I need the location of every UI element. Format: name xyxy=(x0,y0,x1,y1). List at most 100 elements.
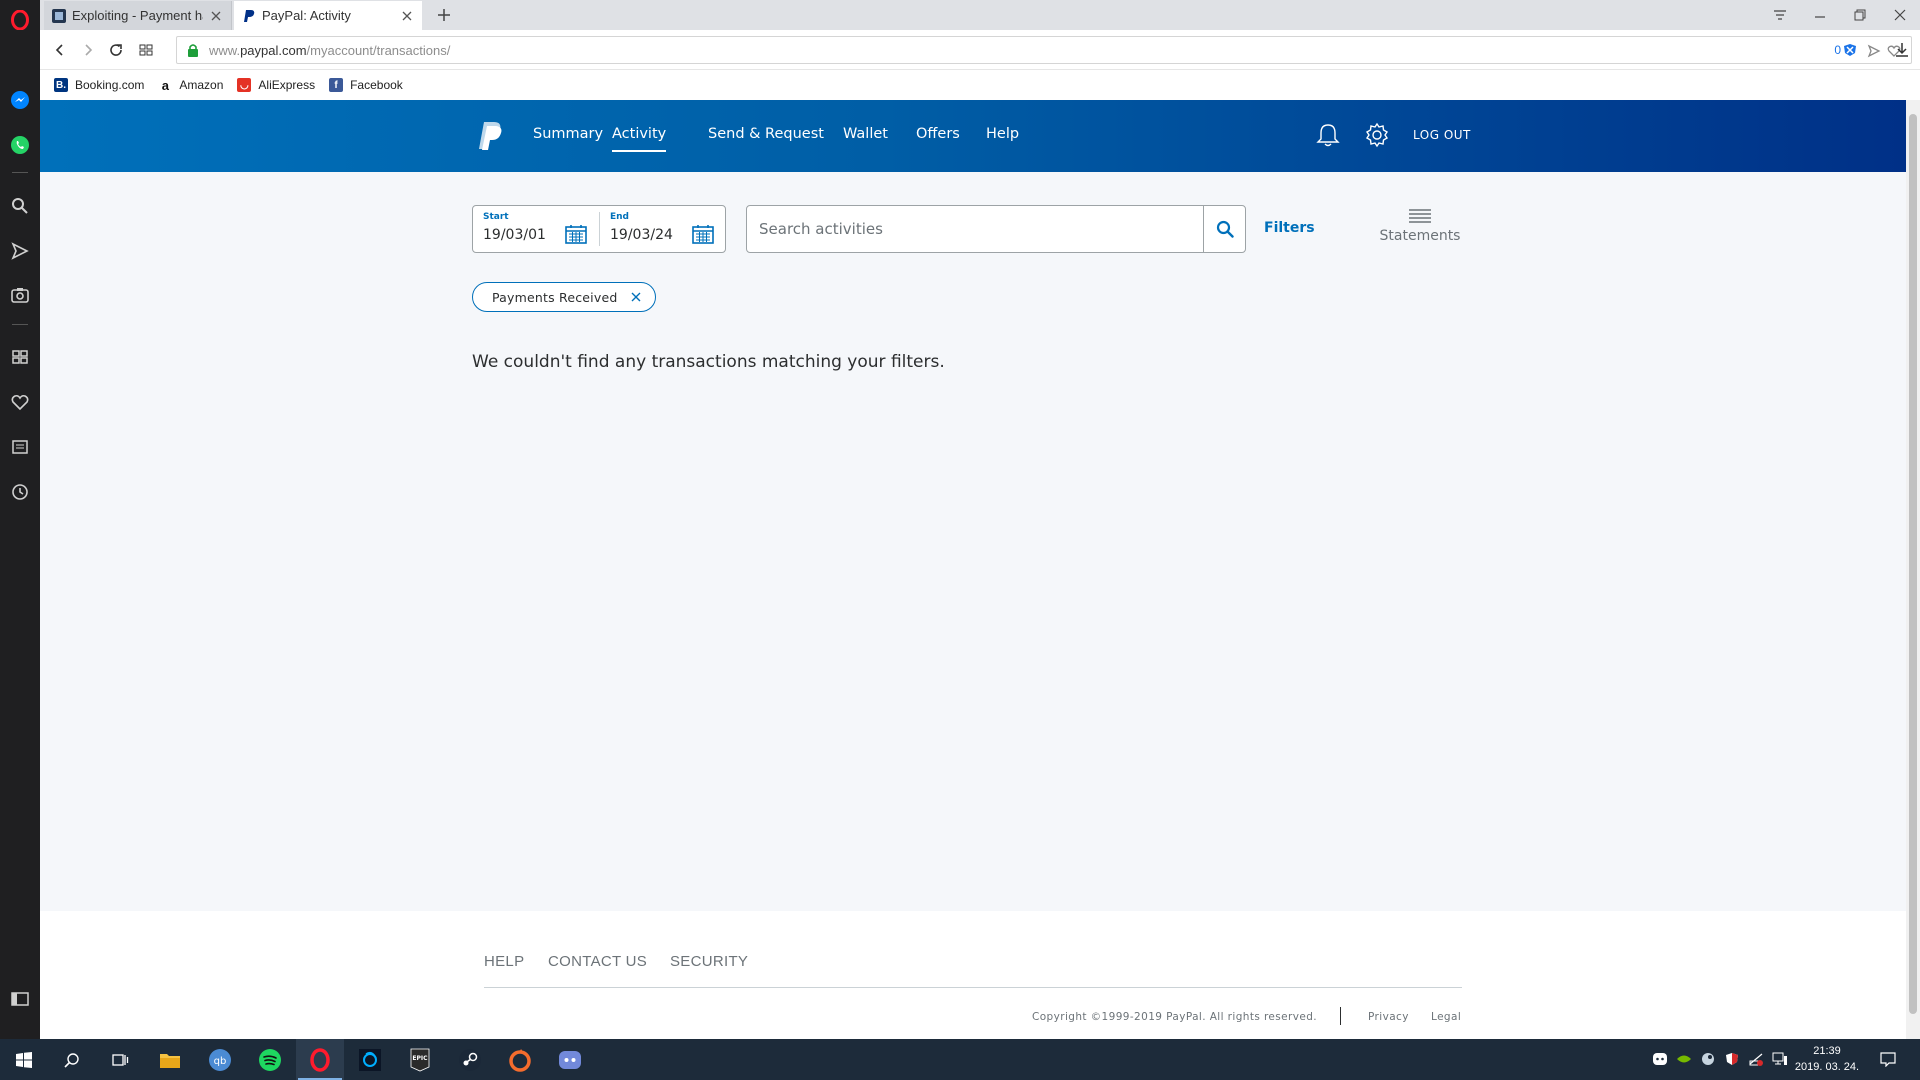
back-icon[interactable] xyxy=(50,40,70,60)
qbittorrent-icon[interactable]: qb xyxy=(196,1039,244,1080)
nav-help[interactable]: Help xyxy=(986,126,1019,142)
nav-summary[interactable]: Summary xyxy=(533,126,603,142)
address-bar-row: www.paypal.com/myaccount/transactions/ 0 xyxy=(40,30,1920,70)
date-range-picker: Start 19/03/01 End 19/03/24 xyxy=(472,205,726,253)
footer-help-link[interactable]: HELP xyxy=(484,953,524,970)
settings-gear-icon[interactable] xyxy=(1364,122,1390,148)
new-tab-icon[interactable] xyxy=(434,5,454,25)
origin-icon[interactable] xyxy=(496,1039,544,1080)
system-clock[interactable]: 21:39 2019. 03. 24. xyxy=(1788,1043,1866,1075)
nav-activity[interactable]: Activity xyxy=(612,126,667,152)
calendar-icon[interactable] xyxy=(692,224,714,244)
footer-privacy-link[interactable]: Privacy xyxy=(1368,1011,1409,1023)
bookmark-label: Booking.com xyxy=(75,78,145,92)
flow-send-icon[interactable] xyxy=(8,239,32,263)
logout-link[interactable]: LOG OUT xyxy=(1413,128,1471,142)
adblock-shield-icon xyxy=(1844,44,1856,56)
spotify-icon[interactable] xyxy=(246,1039,294,1080)
battlenet-icon[interactable] xyxy=(346,1039,394,1080)
bookmark-label: Amazon xyxy=(179,78,224,92)
nav-wallet[interactable]: Wallet xyxy=(843,126,888,142)
speed-dial-icon[interactable] xyxy=(8,345,32,369)
action-center-icon[interactable] xyxy=(1880,1051,1896,1067)
bookmark-booking[interactable]: B. Booking.com xyxy=(54,78,144,92)
search-icon[interactable] xyxy=(8,194,32,218)
reload-icon[interactable] xyxy=(106,40,126,60)
statements-button[interactable]: Statements xyxy=(1370,208,1470,244)
nav-send-request[interactable]: Send & Request xyxy=(708,126,824,142)
antivirus-tray-icon[interactable] xyxy=(1724,1051,1740,1067)
remove-filter-icon[interactable] xyxy=(631,292,641,302)
secure-lock-icon xyxy=(188,44,198,57)
opera-menu-icon[interactable] xyxy=(8,8,32,32)
close-tab-icon[interactable] xyxy=(209,9,223,23)
download-icon[interactable] xyxy=(1892,40,1912,60)
opera-taskbar-icon[interactable] xyxy=(296,1039,344,1080)
footer-security-link[interactable]: SECURITY xyxy=(670,953,748,970)
windows-taskbar: qb EPIC 21:39 2019. 03. 24. xyxy=(0,1039,1920,1080)
nvidia-tray-icon[interactable] xyxy=(1676,1051,1692,1067)
start-date-value: 19/03/01 xyxy=(483,227,546,243)
nav-offers[interactable]: Offers xyxy=(916,126,960,142)
aliexpress-icon: ◡ xyxy=(237,78,252,92)
bookmark-facebook[interactable]: f Facebook xyxy=(329,78,403,92)
filter-chip-label: Payments Received xyxy=(492,289,618,305)
bookmarks-heart-icon[interactable] xyxy=(8,390,32,414)
task-view-icon[interactable] xyxy=(96,1039,144,1080)
url-domain: paypal.com xyxy=(240,43,307,58)
search-icon[interactable] xyxy=(48,1039,96,1080)
paypal-logo-icon[interactable] xyxy=(478,121,504,151)
news-icon[interactable] xyxy=(8,435,32,459)
search-activities-box xyxy=(746,205,1246,253)
footer-legal-link[interactable]: Legal xyxy=(1431,1011,1461,1023)
bookmark-amazon[interactable]: a Amazon xyxy=(158,78,224,93)
minimize-icon[interactable] xyxy=(1800,0,1840,30)
clock-date: 2019. 03. 24. xyxy=(1794,1061,1860,1073)
calendar-icon[interactable] xyxy=(565,224,587,244)
clock-time: 21:39 xyxy=(1813,1045,1841,1057)
filter-chip-payments-received: Payments Received xyxy=(472,282,657,312)
restore-icon[interactable] xyxy=(1840,0,1880,30)
toggle-sidebar-icon[interactable] xyxy=(8,987,32,1011)
sidebar-separator xyxy=(12,172,28,173)
start-icon[interactable] xyxy=(0,1039,48,1080)
page-scrollbar[interactable] xyxy=(1906,100,1920,1039)
url-prefix: www. xyxy=(209,43,241,58)
discord-icon[interactable] xyxy=(546,1039,594,1080)
tab-paypal-activity[interactable]: PayPal: Activity xyxy=(234,1,422,30)
close-tab-icon[interactable] xyxy=(400,9,414,23)
whatsapp-icon[interactable] xyxy=(8,133,32,157)
send-flow-icon[interactable] xyxy=(1867,44,1881,58)
bookmark-label: AliExpress xyxy=(258,78,316,92)
tab-title: Exploiting - Payment has xyxy=(72,8,203,23)
adblock-badge[interactable]: 0 xyxy=(1834,43,1857,57)
steam-tray-icon[interactable] xyxy=(1700,1051,1716,1067)
start-date-field[interactable]: Start 19/03/01 xyxy=(473,206,599,252)
network-icon[interactable] xyxy=(1772,1051,1788,1067)
search-activities-input[interactable] xyxy=(747,206,1203,252)
filters-link[interactable]: Filters xyxy=(1264,220,1315,236)
speed-dial-icon[interactable] xyxy=(136,40,156,60)
bookmark-aliexpress[interactable]: ◡ AliExpress xyxy=(237,78,315,92)
messenger-icon[interactable] xyxy=(8,88,32,112)
forward-icon[interactable] xyxy=(78,40,98,60)
close-window-icon[interactable] xyxy=(1880,0,1920,30)
discord-tray-icon[interactable] xyxy=(1652,1051,1668,1067)
file-explorer-icon[interactable] xyxy=(146,1039,194,1080)
history-clock-icon[interactable] xyxy=(8,480,32,504)
facebook-icon: f xyxy=(329,78,344,92)
bookmarks-bar: B. Booking.com a Amazon ◡ AliExpress f F… xyxy=(40,70,1920,100)
search-button[interactable] xyxy=(1203,206,1245,252)
footer-contact-link[interactable]: CONTACT US xyxy=(548,953,647,970)
epic-games-icon[interactable]: EPIC xyxy=(396,1039,444,1080)
tab-menu-icon[interactable] xyxy=(1760,0,1800,30)
camera-icon[interactable] xyxy=(8,283,32,307)
bookmark-label: Facebook xyxy=(350,78,403,92)
url-field[interactable]: www.paypal.com/myaccount/transactions/ 0 xyxy=(176,36,1912,64)
steam-icon[interactable] xyxy=(446,1039,494,1080)
network-offline-icon[interactable] xyxy=(1748,1051,1764,1067)
tab-exploiting[interactable]: Exploiting - Payment has xyxy=(44,1,232,30)
scrollbar-thumb[interactable] xyxy=(1909,114,1917,1014)
notification-bell-icon[interactable] xyxy=(1316,122,1340,148)
end-date-field[interactable]: End 19/03/24 xyxy=(600,206,726,252)
